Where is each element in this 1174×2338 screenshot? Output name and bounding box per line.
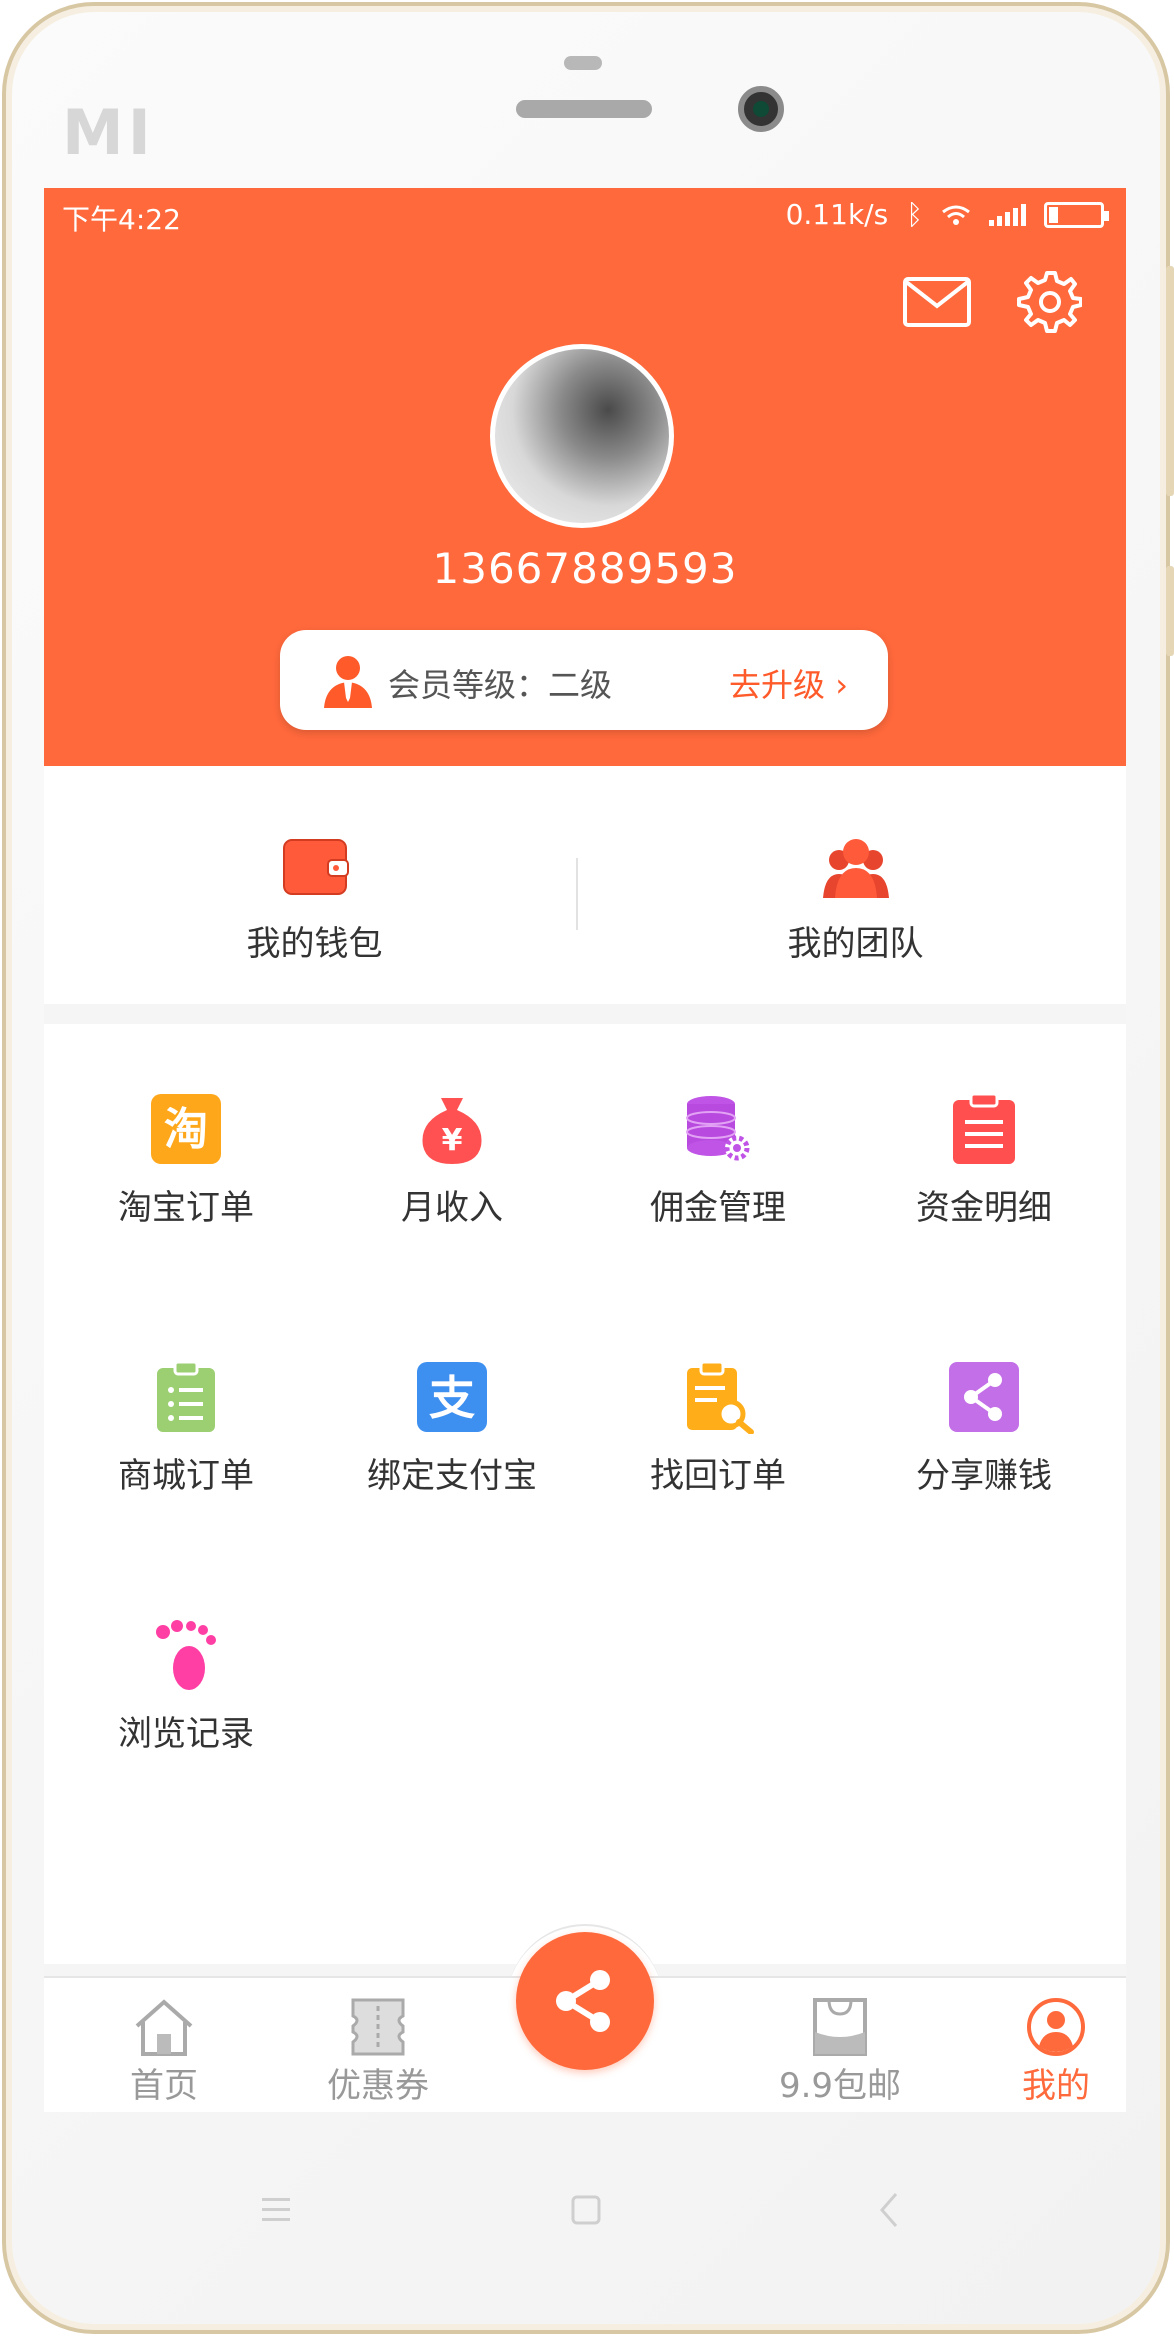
menu-grid: 淘 淘宝订单 ¥ 月收入 佣金管理 资金明细 商城订单 支 绑定支付宝 找回订单… bbox=[44, 1024, 1126, 1964]
search-document-icon bbox=[687, 1360, 754, 1434]
gear-icon[interactable] bbox=[1016, 268, 1082, 334]
menu-share-earn[interactable]: 分享赚钱 bbox=[874, 1360, 1094, 1540]
taobao-icon: 淘 bbox=[151, 1094, 221, 1164]
share-icon bbox=[556, 1970, 610, 2032]
shopping-bag-icon bbox=[813, 1998, 867, 2056]
menu-fund-details[interactable]: 资金明细 bbox=[874, 1092, 1094, 1272]
menu-monthly-income[interactable]: ¥ 月收入 bbox=[342, 1092, 562, 1272]
my-team-button[interactable]: 我的团队 bbox=[585, 766, 1126, 1004]
tab-label: 9.9包邮 bbox=[778, 2066, 902, 2106]
home-icon bbox=[135, 1999, 193, 2056]
status-bar: 下午4:22 0.11k/s ᛒ bbox=[44, 188, 1126, 238]
network-speed: 0.11k/s bbox=[785, 198, 889, 231]
power-button bbox=[1166, 566, 1174, 656]
mail-icon[interactable] bbox=[902, 276, 972, 328]
status-time: 下午4:22 bbox=[62, 203, 181, 236]
wallet-icon bbox=[282, 839, 349, 895]
menu-label: 资金明细 bbox=[916, 1188, 1052, 1228]
bluetooth-icon: ᛒ bbox=[906, 198, 923, 231]
menu-mall-orders[interactable]: 商城订单 bbox=[76, 1360, 296, 1540]
chevron-right-icon: › bbox=[835, 666, 848, 704]
divider bbox=[576, 858, 578, 930]
share-fab-button[interactable] bbox=[516, 1932, 654, 2070]
profile-icon bbox=[1027, 1998, 1085, 2056]
clipboard-list-icon bbox=[953, 1092, 1015, 1164]
member-level-label: 会员等级：二级 bbox=[388, 666, 613, 704]
menu-label: 分享赚钱 bbox=[916, 1456, 1052, 1496]
menu-browse-history[interactable]: 浏览记录 bbox=[76, 1618, 296, 1798]
menu-label: 商城订单 bbox=[118, 1456, 254, 1496]
wallet-row: 我的钱包 我的团队 bbox=[44, 766, 1126, 1004]
tab-coupons[interactable]: 优惠券 bbox=[288, 1978, 468, 2112]
profile-header: 下午4:22 0.11k/s ᛒ 13667889593 会员等级：二级 去升级… bbox=[44, 188, 1126, 766]
battery-icon bbox=[1044, 201, 1109, 228]
member-icon bbox=[324, 656, 372, 708]
tab-label: 首页 bbox=[130, 2066, 198, 2106]
team-icon bbox=[822, 839, 889, 898]
menu-recover-orders[interactable]: 找回订单 bbox=[608, 1360, 828, 1540]
menu-bind-alipay[interactable]: 支 绑定支付宝 bbox=[342, 1360, 562, 1540]
tab-free-shipping[interactable]: 9.9包邮 bbox=[750, 1978, 930, 2112]
avatar[interactable] bbox=[490, 344, 674, 528]
user-phone: 13667889593 bbox=[432, 544, 738, 593]
tab-mine[interactable]: 我的 bbox=[966, 1978, 1126, 2112]
menu-label: 月收入 bbox=[401, 1188, 503, 1228]
app-screen: 下午4:22 0.11k/s ᛒ 13667889593 会员等级：二级 去升级… bbox=[44, 188, 1126, 2112]
home-button-icon[interactable] bbox=[556, 2180, 616, 2240]
alipay-icon: 支 bbox=[417, 1362, 487, 1432]
menu-label: 找回订单 bbox=[650, 1456, 786, 1496]
upgrade-link[interactable]: 去升级 › bbox=[729, 660, 848, 706]
status-indicators: 0.11k/s ᛒ bbox=[785, 198, 1109, 231]
menu-label: 淘宝订单 bbox=[118, 1188, 254, 1228]
team-label: 我的团队 bbox=[787, 924, 924, 964]
my-wallet-button[interactable]: 我的钱包 bbox=[44, 766, 585, 1004]
system-nav-bar bbox=[0, 2112, 1174, 2302]
brand-logo: MI bbox=[62, 96, 155, 169]
menu-label: 绑定支付宝 bbox=[367, 1456, 537, 1496]
member-level-card[interactable]: 会员等级：二级 去升级 › bbox=[280, 630, 888, 730]
tab-label: 优惠券 bbox=[327, 2066, 429, 2106]
database-gear-icon bbox=[686, 1096, 750, 1161]
footprint-icon bbox=[156, 1620, 216, 1690]
back-icon[interactable] bbox=[860, 2180, 920, 2240]
wallet-label: 我的钱包 bbox=[246, 924, 383, 964]
tab-label: 我的 bbox=[1022, 2066, 1090, 2106]
upgrade-label: 去升级 bbox=[729, 666, 826, 704]
svg-text:¥: ¥ bbox=[442, 1123, 463, 1158]
svg-text:淘: 淘 bbox=[164, 1104, 208, 1155]
signal-icon bbox=[989, 203, 1026, 226]
clipboard-check-icon bbox=[157, 1360, 215, 1432]
menu-icon[interactable] bbox=[246, 2180, 306, 2240]
sensor bbox=[564, 56, 602, 70]
top-bezel: MI bbox=[0, 0, 1174, 188]
menu-label: 佣金管理 bbox=[650, 1188, 786, 1228]
share-icon bbox=[949, 1362, 1019, 1432]
front-camera bbox=[738, 86, 784, 132]
volume-button bbox=[1166, 266, 1174, 496]
money-bag-icon: ¥ bbox=[422, 1098, 482, 1164]
svg-text:支: 支 bbox=[429, 1371, 475, 1425]
menu-commission[interactable]: 佣金管理 bbox=[608, 1092, 828, 1272]
earpiece bbox=[516, 100, 652, 118]
menu-label: 浏览记录 bbox=[118, 1714, 254, 1754]
wifi-icon bbox=[942, 205, 970, 225]
menu-taobao-orders[interactable]: 淘 淘宝订单 bbox=[76, 1092, 296, 1272]
coupon-icon bbox=[351, 1998, 405, 2056]
tab-home[interactable]: 首页 bbox=[74, 1978, 254, 2112]
